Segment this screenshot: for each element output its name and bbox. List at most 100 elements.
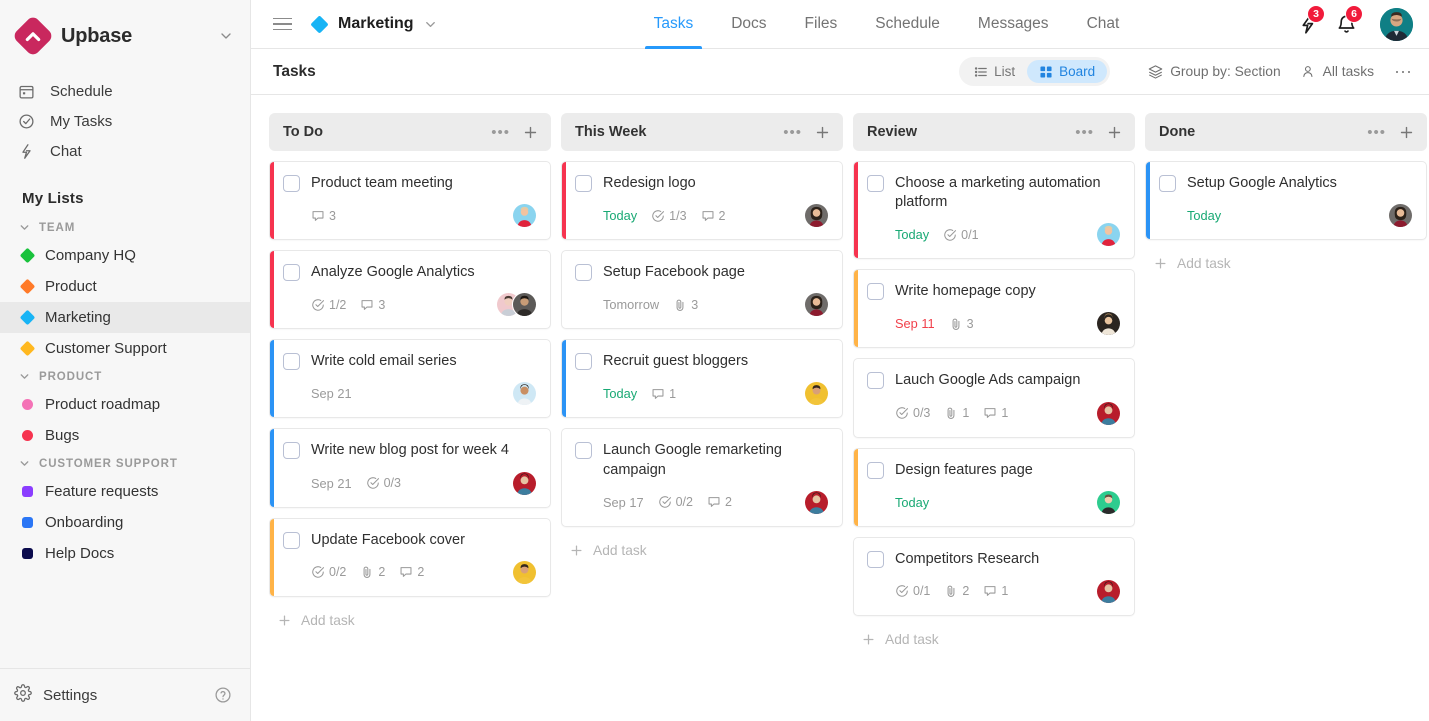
assignee-list[interactable]	[804, 490, 829, 515]
assignee-list[interactable]	[1096, 490, 1121, 515]
task-title: Write homepage copy	[895, 282, 1036, 301]
group-header-product[interactable]: PRODUCT	[0, 364, 250, 389]
task-checkbox[interactable]	[575, 264, 592, 281]
task-checkbox[interactable]	[867, 175, 884, 192]
sidebar-item-onboarding[interactable]: Onboarding	[0, 507, 250, 538]
task-card[interactable]: Launch Google remarketing campaign Sep 1…	[561, 428, 843, 526]
task-checkbox[interactable]	[867, 283, 884, 300]
sidebar-item-help-docs[interactable]: Help Docs	[0, 538, 250, 569]
column-more-icon[interactable]: •••	[491, 125, 510, 140]
task-card[interactable]: Competitors Research 0/1 2	[853, 537, 1135, 616]
help-circle-icon[interactable]	[214, 686, 232, 704]
assignee-list[interactable]	[804, 381, 829, 406]
assignee-list[interactable]	[1388, 203, 1413, 228]
task-checkbox[interactable]	[283, 532, 300, 549]
all-tasks-filter-button[interactable]: All tasks	[1301, 64, 1374, 79]
sidebar-item-schedule[interactable]: Schedule	[0, 76, 250, 106]
task-checkbox[interactable]	[283, 175, 300, 192]
task-card[interactable]: Recruit guest bloggers Today 1	[561, 339, 843, 418]
task-due-date: Sep 21	[311, 386, 352, 401]
group-header-team[interactable]: TEAM	[0, 215, 250, 240]
hamburger-icon[interactable]	[273, 18, 292, 31]
assignee-list[interactable]	[512, 560, 537, 585]
notifications-button[interactable]: 6	[1336, 14, 1357, 35]
task-checkbox[interactable]	[283, 264, 300, 281]
task-card[interactable]: Write homepage copy Sep 11 3	[853, 269, 1135, 348]
sidebar-item-marketing[interactable]: Marketing	[0, 302, 250, 333]
tab-schedule[interactable]: Schedule	[856, 0, 959, 49]
task-card[interactable]: Update Facebook cover 0/2 2	[269, 518, 551, 597]
meta-value: 2	[719, 209, 726, 223]
brand-name: Upbase	[61, 25, 132, 48]
task-card[interactable]: Redesign logo Today 1/3 2	[561, 161, 843, 240]
assignee-list[interactable]	[512, 381, 537, 406]
user-avatar[interactable]	[1380, 8, 1413, 41]
column-more-icon[interactable]: •••	[1075, 125, 1094, 140]
task-checkbox[interactable]	[867, 372, 884, 389]
board-toolbar: Tasks List Board	[251, 49, 1429, 95]
view-board-button[interactable]: Board	[1027, 60, 1107, 83]
sidebar-item-chat[interactable]: Chat	[0, 136, 250, 166]
sidebar-item-bugs[interactable]: Bugs	[0, 420, 250, 451]
task-card[interactable]: Write cold email series Sep 21	[269, 339, 551, 418]
tab-chat[interactable]: Chat	[1068, 0, 1139, 49]
task-due-date: Today	[895, 495, 929, 510]
task-checkbox[interactable]	[1159, 175, 1176, 192]
sidebar-item-my-tasks[interactable]: My Tasks	[0, 106, 250, 136]
meta-value: 1	[1001, 584, 1008, 598]
assignee-list[interactable]	[804, 203, 829, 228]
assignee-list[interactable]	[1096, 311, 1121, 336]
task-checkbox[interactable]	[575, 175, 592, 192]
chevron-down-icon[interactable]	[218, 28, 234, 44]
assignee-list[interactable]	[1096, 579, 1121, 604]
sidebar-item-company-hq[interactable]: Company HQ	[0, 240, 250, 271]
tab-tasks[interactable]: Tasks	[635, 0, 713, 49]
assignee-list[interactable]	[804, 292, 829, 317]
gear-icon[interactable]	[14, 684, 32, 707]
assignee-list[interactable]	[496, 292, 537, 317]
task-card[interactable]: Choose a marketing automation platform T…	[853, 161, 1135, 259]
task-checkbox[interactable]	[283, 442, 300, 459]
group-by-button[interactable]: Group by: Section	[1148, 64, 1280, 79]
task-checkbox[interactable]	[575, 442, 592, 459]
column-more-icon[interactable]: •••	[1367, 125, 1386, 140]
column-add-icon[interactable]	[1106, 124, 1123, 141]
task-card[interactable]: Write new blog post for week 4 Sep 21 0/…	[269, 428, 551, 507]
add-task-button[interactable]: Add task	[1145, 250, 1427, 277]
assignee-list[interactable]	[512, 471, 537, 496]
column-more-icon[interactable]: •••	[783, 125, 802, 140]
tab-files[interactable]: Files	[786, 0, 857, 49]
add-task-button[interactable]: Add task	[853, 626, 1135, 653]
task-checkbox[interactable]	[867, 551, 884, 568]
chevron-down-icon[interactable]	[423, 17, 438, 32]
sidebar-item-product-roadmap[interactable]: Product roadmap	[0, 389, 250, 420]
assignee-list[interactable]	[512, 203, 537, 228]
sidebar-item-feature-requests[interactable]: Feature requests	[0, 476, 250, 507]
tab-docs[interactable]: Docs	[712, 0, 785, 49]
card-priority-stripe	[1146, 162, 1150, 239]
add-task-button[interactable]: Add task	[269, 607, 551, 634]
task-card[interactable]: Setup Google Analytics Today	[1145, 161, 1427, 240]
view-list-button[interactable]: List	[962, 60, 1027, 83]
column-add-icon[interactable]	[814, 124, 831, 141]
group-header-customer-support[interactable]: CUSTOMER SUPPORT	[0, 451, 250, 476]
task-checkbox[interactable]	[283, 353, 300, 370]
assignee-list[interactable]	[1096, 401, 1121, 426]
task-card[interactable]: Product team meeting 3	[269, 161, 551, 240]
activity-button[interactable]: 3	[1298, 14, 1319, 35]
tab-messages[interactable]: Messages	[959, 0, 1068, 49]
task-card[interactable]: Lauch Google Ads campaign 0/3 1	[853, 358, 1135, 437]
task-checkbox[interactable]	[867, 462, 884, 479]
sidebar-item-product[interactable]: Product	[0, 271, 250, 302]
assignee-list[interactable]	[1096, 222, 1121, 247]
more-options-button[interactable]: ⋯	[1394, 63, 1413, 81]
task-card[interactable]: Setup Facebook page Tomorrow 3	[561, 250, 843, 329]
column-add-icon[interactable]	[1398, 124, 1415, 141]
task-card[interactable]: Analyze Google Analytics 1/2 3	[269, 250, 551, 329]
sidebar-item-customer-support[interactable]: Customer Support	[0, 333, 250, 364]
column-add-icon[interactable]	[522, 124, 539, 141]
brand-header[interactable]: Upbase	[0, 0, 250, 72]
task-checkbox[interactable]	[575, 353, 592, 370]
add-task-button[interactable]: Add task	[561, 537, 843, 564]
task-card[interactable]: Design features page Today	[853, 448, 1135, 527]
